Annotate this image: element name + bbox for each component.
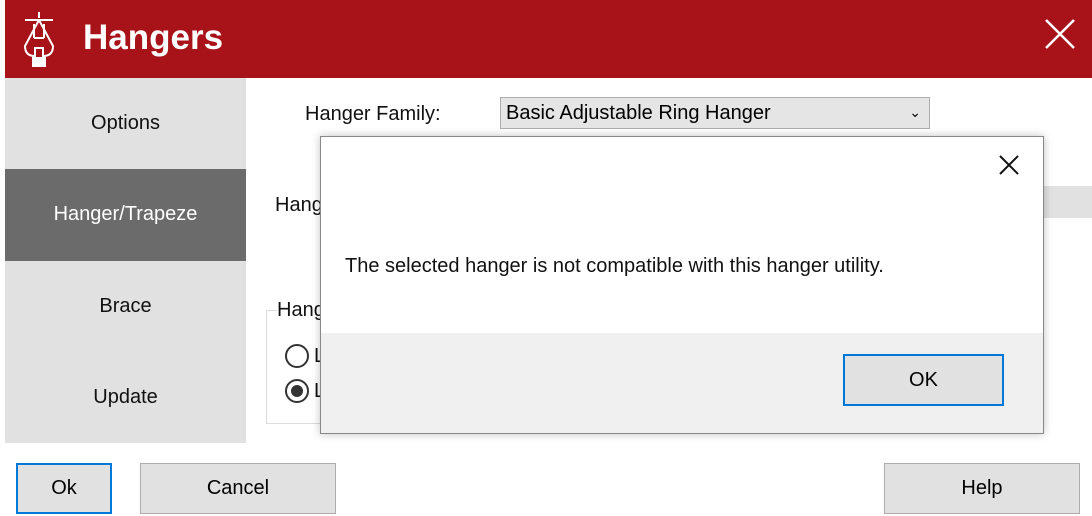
message-dialog: The selected hanger is not compatible wi…: [320, 136, 1044, 434]
hanger-label: Hang: [275, 194, 323, 216]
close-icon[interactable]: [1042, 16, 1078, 52]
hanger-field[interactable]: [1040, 186, 1092, 218]
help-button[interactable]: Help: [884, 463, 1080, 514]
title-bar: Hangers: [5, 0, 1092, 78]
hanger-family-select[interactable]: Basic Adjustable Ring Hanger ⌄: [500, 97, 930, 129]
cancel-button[interactable]: Cancel: [140, 463, 336, 514]
dialog-footer: OK: [321, 333, 1043, 433]
ok-button[interactable]: Ok: [16, 463, 112, 514]
sidebar-item-hanger-trapeze[interactable]: Hanger/Trapeze: [5, 169, 246, 261]
sidebar-item-update[interactable]: Update: [5, 352, 246, 443]
hanger-group-label: Hang: [277, 299, 325, 322]
window-title: Hangers: [83, 18, 224, 57]
dialog-close-icon[interactable]: [997, 153, 1021, 177]
radio-option-1[interactable]: [285, 344, 309, 368]
hanger-family-value: Basic Adjustable Ring Hanger: [506, 102, 771, 124]
sidebar-item-options[interactable]: Options: [5, 78, 246, 169]
dialog-ok-button[interactable]: OK: [843, 354, 1004, 406]
sidebar-item-brace[interactable]: Brace: [5, 261, 246, 352]
radio-option-2[interactable]: [285, 379, 309, 403]
sidebar: Options Hanger/Trapeze Brace Update: [5, 78, 246, 443]
app-logo-icon: [23, 12, 55, 67]
hanger-family-label: Hanger Family:: [305, 103, 441, 125]
dialog-message: The selected hanger is not compatible wi…: [345, 255, 884, 277]
chevron-down-icon: ⌄: [909, 104, 921, 120]
